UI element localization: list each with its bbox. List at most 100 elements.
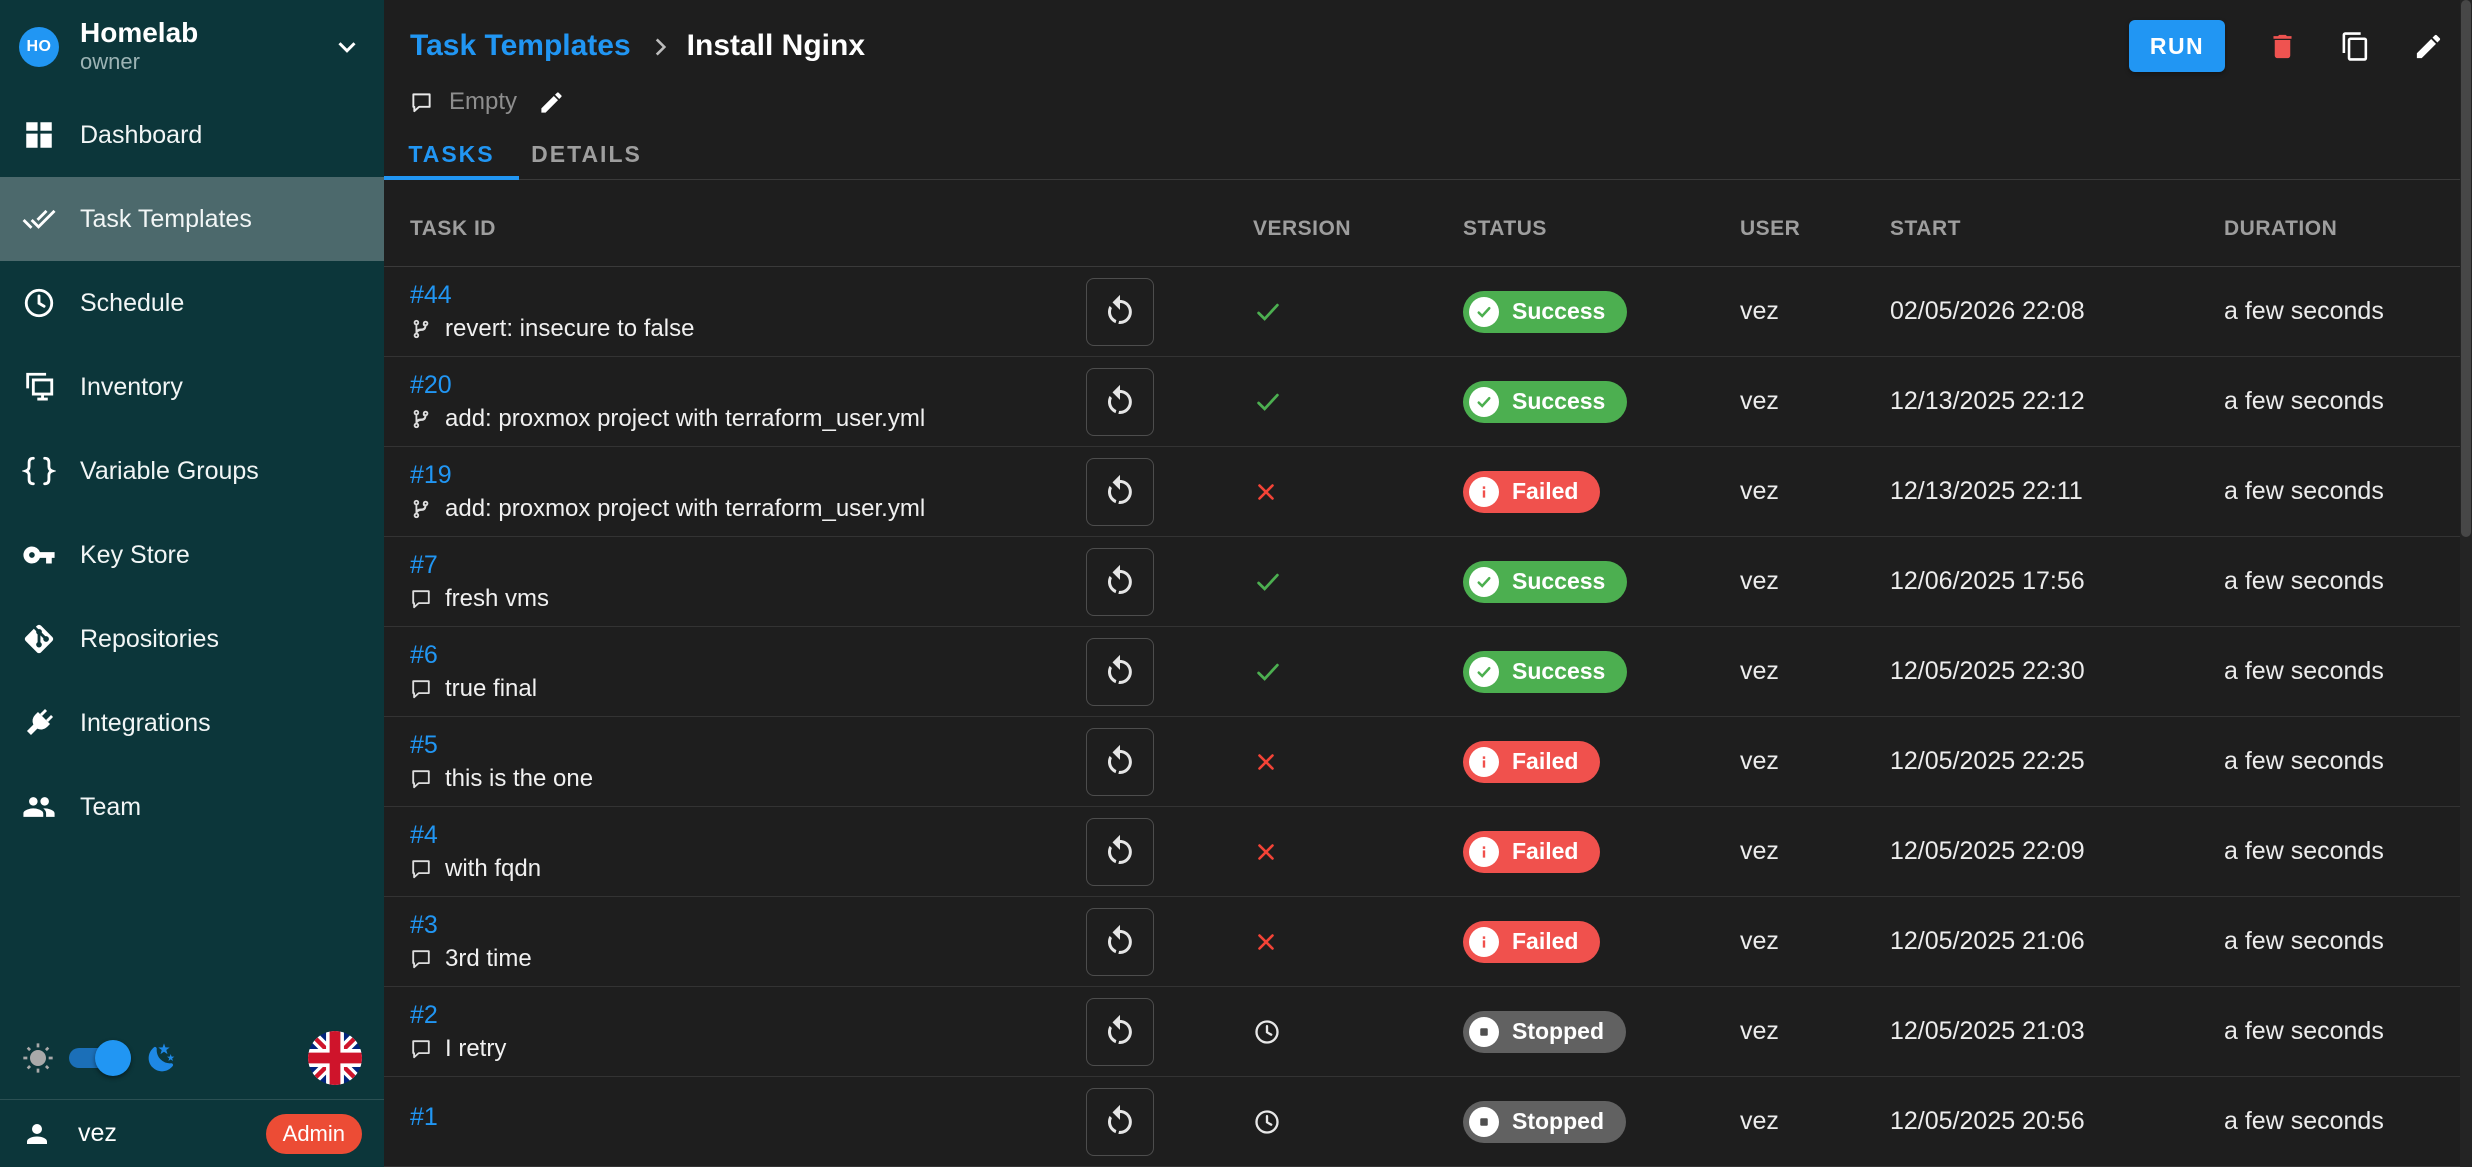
sidebar-item-integrations[interactable]: Integrations — [0, 681, 384, 765]
status-label: Success — [1512, 658, 1605, 685]
rerun-button[interactable] — [1086, 548, 1154, 616]
rerun-button[interactable] — [1086, 458, 1154, 526]
sidebar-nav: Dashboard Task Templates Schedule Invent… — [0, 93, 384, 849]
tab-tasks[interactable]: TASKS — [384, 130, 519, 179]
task-description: true final — [445, 677, 537, 701]
task-id-link[interactable]: #44 — [410, 283, 452, 308]
task-duration: a few seconds — [2190, 747, 2472, 776]
rerun-button[interactable] — [1086, 368, 1154, 436]
task-id-link[interactable]: #6 — [410, 643, 438, 668]
user-menu[interactable]: vez Admin — [0, 1099, 384, 1167]
project-role: owner — [80, 49, 198, 75]
task-user: vez — [1700, 567, 1865, 596]
table-row[interactable]: #19 add: proxmox project with terraform_… — [384, 447, 2472, 537]
status-cell: Success — [1440, 291, 1700, 333]
version-ok-icon — [1253, 567, 1283, 597]
info-icon — [1475, 933, 1493, 951]
chevron-down-icon[interactable] — [332, 32, 362, 62]
sidebar-item-task-templates[interactable]: Task Templates — [0, 177, 384, 261]
rerun-button[interactable] — [1086, 998, 1154, 1066]
rerun-button[interactable] — [1086, 908, 1154, 976]
task-id-link[interactable]: #2 — [410, 1003, 438, 1028]
table-row[interactable]: #5 this is the one — [384, 717, 2472, 807]
comment-icon — [410, 678, 432, 700]
task-id-link[interactable]: #1 — [410, 1105, 438, 1130]
task-start: 12/13/2025 22:12 — [1865, 387, 2190, 416]
run-button[interactable]: RUN — [2129, 20, 2225, 72]
edit-description-button[interactable] — [538, 89, 565, 116]
main-content: Task Templates Install Nginx RUN Empty T… — [384, 0, 2472, 1167]
sidebar-item-schedule[interactable]: Schedule — [0, 261, 384, 345]
restart-icon — [1102, 834, 1138, 870]
sidebar-item-inventory[interactable]: Inventory — [0, 345, 384, 429]
rerun-button[interactable] — [1086, 728, 1154, 796]
version-cell — [1180, 1108, 1440, 1136]
task-id-link[interactable]: #4 — [410, 823, 438, 848]
task-cell: #4 with fqdn — [410, 823, 1060, 881]
status-badge: Failed — [1463, 831, 1600, 873]
task-duration: a few seconds — [2190, 297, 2472, 326]
info-icon — [1475, 753, 1493, 771]
task-id-link[interactable]: #5 — [410, 733, 438, 758]
table-row[interactable]: #20 add: proxmox project with terraform_… — [384, 357, 2472, 447]
task-id-link[interactable]: #20 — [410, 373, 452, 398]
rerun-button[interactable] — [1086, 1088, 1154, 1156]
version-ok-icon — [1253, 387, 1283, 417]
template-description: Empty — [449, 88, 517, 116]
task-id-link[interactable]: #7 — [410, 553, 438, 578]
git-branch-icon — [410, 318, 432, 340]
status-badge: Stopped — [1463, 1011, 1626, 1053]
delete-button[interactable] — [2267, 31, 2298, 62]
sidebar-item-key-store[interactable]: Key Store — [0, 513, 384, 597]
rerun-button[interactable] — [1086, 638, 1154, 706]
comment-icon — [410, 768, 432, 790]
admin-badge: Admin — [266, 1114, 362, 1154]
status-badge-icon — [1469, 657, 1499, 687]
table-row[interactable]: #4 with fqdn F — [384, 807, 2472, 897]
sidebar-item-dashboard[interactable]: Dashboard — [0, 93, 384, 177]
task-cell: #6 true final — [410, 643, 1060, 701]
task-duration: a few seconds — [2190, 657, 2472, 686]
table-row[interactable]: #1 Stopped — [384, 1077, 2472, 1167]
sidebar-item-variable-groups[interactable]: Variable Groups — [0, 429, 384, 513]
status-label: Failed — [1512, 748, 1578, 775]
task-user: vez — [1700, 657, 1865, 686]
task-description-row: revert: insecure to false — [410, 317, 1060, 341]
breadcrumb-link-task-templates[interactable]: Task Templates — [410, 29, 631, 63]
task-duration: a few seconds — [2190, 567, 2472, 596]
status-badge-icon — [1469, 297, 1499, 327]
table-body: #44 revert: insecure to false — [384, 267, 2472, 1167]
tab-details[interactable]: DETAILS — [519, 130, 654, 179]
template-description-row: Empty — [384, 72, 2472, 116]
task-user: vez — [1700, 387, 1865, 416]
table-row[interactable]: #6 true final — [384, 627, 2472, 717]
task-start: 12/13/2025 22:11 — [1865, 477, 2190, 506]
theme-toggle-thumb[interactable] — [95, 1040, 131, 1076]
task-start: 12/05/2025 22:25 — [1865, 747, 2190, 776]
restart-icon — [1102, 924, 1138, 960]
uk-flag-icon[interactable] — [308, 1031, 362, 1085]
git-branch-icon — [410, 498, 432, 520]
task-duration: a few seconds — [2190, 927, 2472, 956]
table-row[interactable]: #44 revert: insecure to false — [384, 267, 2472, 357]
table-row[interactable]: #2 I retry Sto — [384, 987, 2472, 1077]
edit-button[interactable] — [2413, 31, 2444, 62]
scrollbar-thumb[interactable] — [2461, 0, 2471, 537]
sidebar-item-team[interactable]: Team — [0, 765, 384, 849]
table-row[interactable]: #3 3rd time Fa — [384, 897, 2472, 987]
git-icon — [22, 622, 56, 656]
rerun-button[interactable] — [1086, 278, 1154, 346]
rerun-button[interactable] — [1086, 818, 1154, 886]
table-row[interactable]: #7 fresh vms S — [384, 537, 2472, 627]
project-selector[interactable]: HO Homelab owner — [0, 0, 384, 93]
status-cell: Stopped — [1440, 1101, 1700, 1143]
table-header: TASK ID VERSION STATUS USER START DURATI… — [384, 180, 2472, 267]
copy-button[interactable] — [2340, 31, 2371, 62]
status-badge: Success — [1463, 651, 1627, 693]
project-avatar: HO — [19, 27, 59, 67]
sidebar-item-repositories[interactable]: Repositories — [0, 597, 384, 681]
desc-icon-wrap — [410, 408, 432, 430]
theme-toggle[interactable] — [69, 1047, 131, 1069]
task-id-link[interactable]: #19 — [410, 463, 452, 488]
task-id-link[interactable]: #3 — [410, 913, 438, 938]
